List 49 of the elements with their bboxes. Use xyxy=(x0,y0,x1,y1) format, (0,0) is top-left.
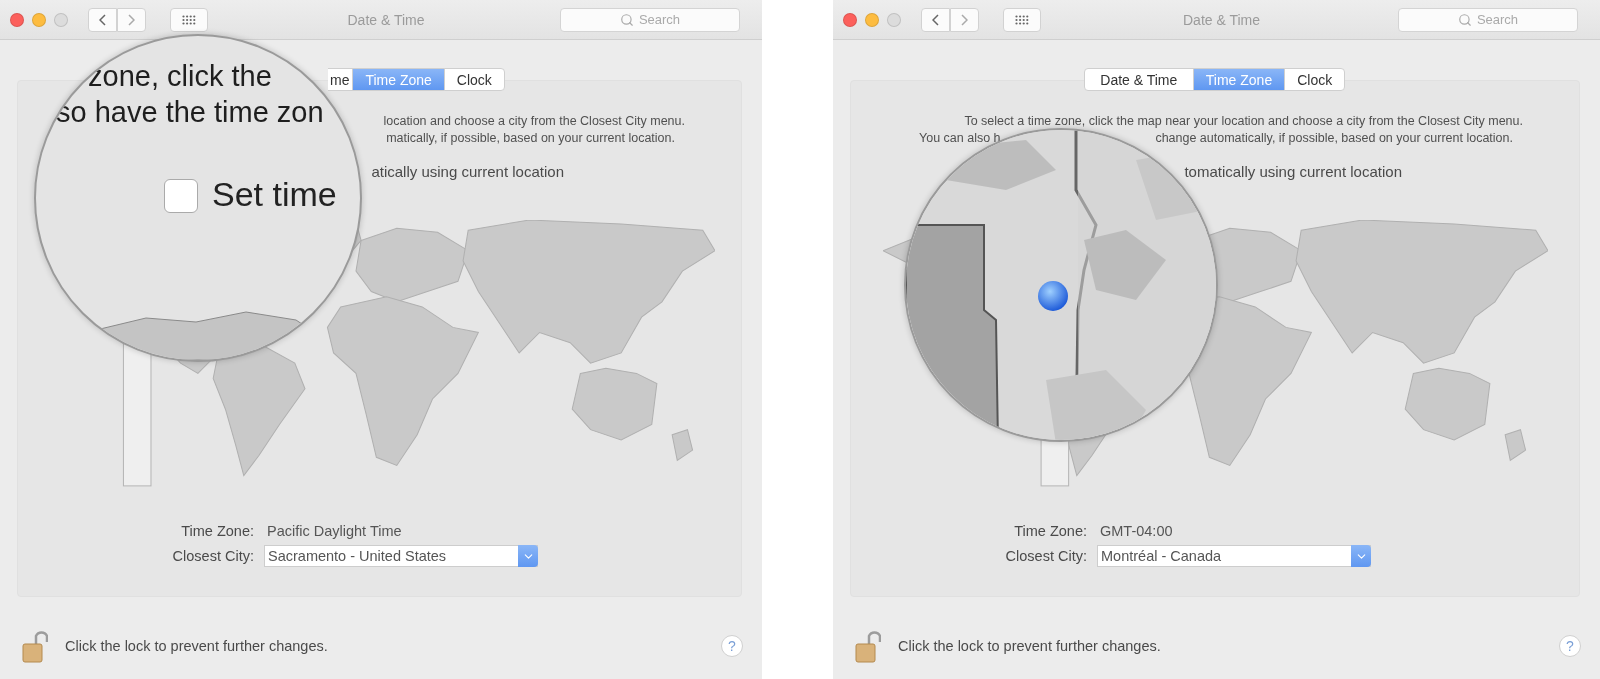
city-dropdown[interactable]: Sacramento - United States xyxy=(264,545,538,567)
window-title: Date & Time xyxy=(347,11,425,28)
chevron-left-icon xyxy=(932,13,939,26)
instruction-text: You can also h xyxy=(919,130,1001,147)
minimize-button[interactable] xyxy=(865,12,879,27)
show-all-button[interactable] xyxy=(170,7,208,32)
back-button[interactable] xyxy=(88,7,117,32)
checkbox-label: tomatically using current location xyxy=(1184,163,1402,181)
checkbox[interactable] xyxy=(164,179,198,213)
instruction-text: matically, if possible, based on your current location. xyxy=(386,130,675,147)
tab[interactable]: Date & Time xyxy=(1083,68,1194,91)
forward-button[interactable] xyxy=(950,7,979,32)
lock-hint-text: Click the lock to prevent further changes. xyxy=(65,638,328,654)
search-icon xyxy=(619,12,634,27)
close-button[interactable] xyxy=(843,12,857,27)
tab[interactable]: Clock xyxy=(443,68,505,91)
tab[interactable]: me xyxy=(328,68,354,91)
field-label: Closest City: xyxy=(171,548,254,564)
lock-hint-text: Click the lock to prevent further changes. xyxy=(898,638,1161,654)
back-button[interactable] xyxy=(921,7,950,32)
open-padlock-icon[interactable] xyxy=(22,629,48,663)
zoom-button[interactable] xyxy=(887,12,901,27)
zoom-button[interactable] xyxy=(54,12,68,27)
instruction-text: To select a time zone, click the map near your location and choose a city from the Closest City menu. xyxy=(964,113,1523,130)
close-button[interactable] xyxy=(10,12,24,27)
checkbox-label: atically using current location xyxy=(371,163,564,181)
instruction-text: change automatically, if possible, based on your current location. xyxy=(1155,130,1513,147)
chevron-right-icon xyxy=(128,13,135,26)
minimize-button[interactable] xyxy=(32,12,46,27)
time-zone-value: GMT-04:00 xyxy=(1099,523,1174,539)
forward-button[interactable] xyxy=(117,7,146,32)
checkbox-label: Set time xyxy=(212,175,337,214)
search-icon xyxy=(1457,12,1472,27)
chevron-right-icon xyxy=(961,13,968,26)
instruction-text: location and choose a city from the Closest City menu. xyxy=(383,113,685,130)
location-pin-icon xyxy=(1038,281,1068,311)
field-label: Time Zone: xyxy=(1013,523,1087,539)
field-label: Time Zone: xyxy=(180,523,254,539)
city-dropdown[interactable]: Montréal - Canada xyxy=(1097,545,1371,567)
time-zone-value: Pacific Daylight Time xyxy=(266,523,403,539)
grid-icon xyxy=(1015,14,1029,25)
tab[interactable]: Clock xyxy=(1284,68,1346,91)
magnified-text: zone, click the xyxy=(88,60,272,93)
chevron-left-icon xyxy=(99,13,106,26)
field-label: Closest City: xyxy=(1004,548,1087,564)
show-all-button[interactable] xyxy=(1003,7,1041,32)
window-title: Date & Time xyxy=(1183,11,1260,28)
grid-icon xyxy=(182,14,196,25)
open-padlock-icon[interactable] xyxy=(855,629,881,663)
